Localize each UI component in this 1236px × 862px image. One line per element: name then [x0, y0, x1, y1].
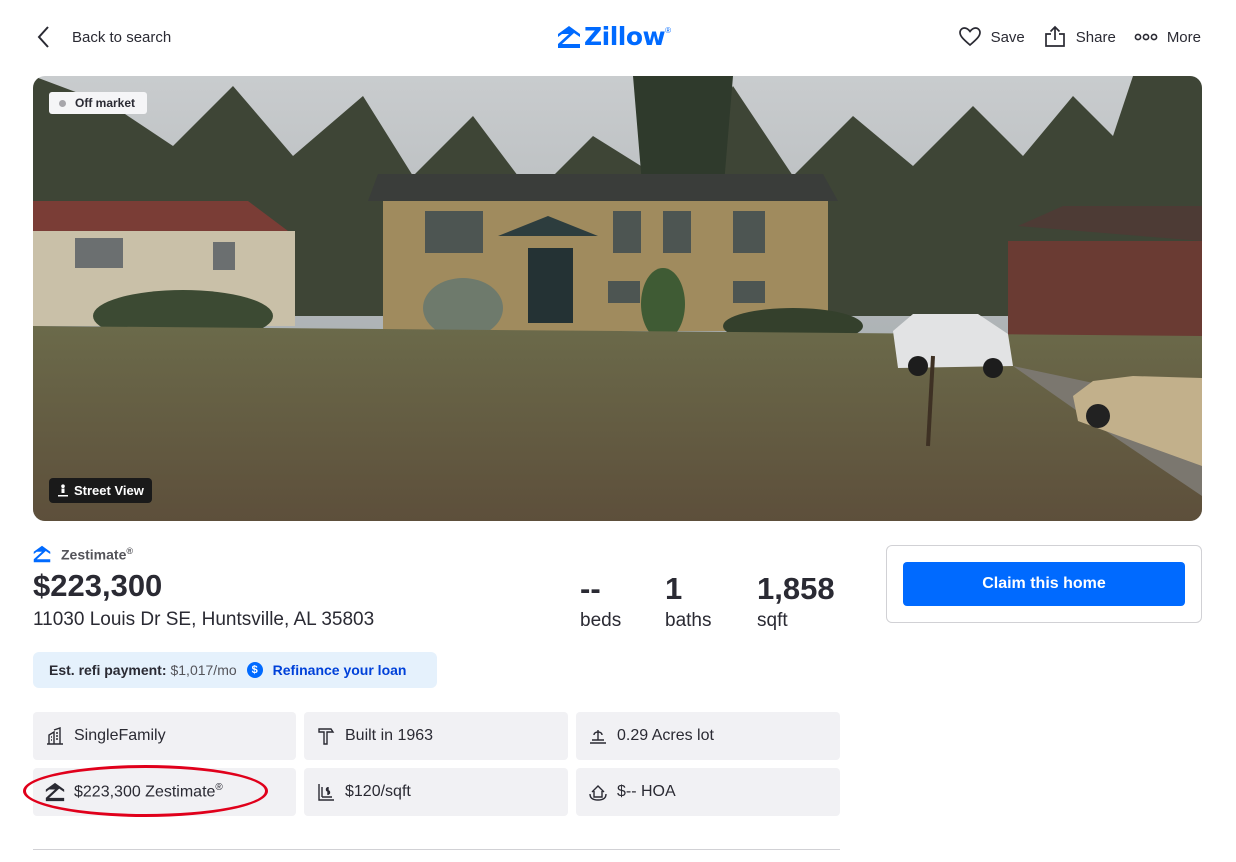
- property-address: 11030 Louis Dr SE, Huntsville, AL 35803: [33, 609, 375, 630]
- baths-value: 1: [665, 571, 683, 606]
- fact-text: SingleFamily: [74, 727, 166, 744]
- sqft-stat: 1,858 sqft: [757, 572, 835, 632]
- sqft-unit: sqft: [757, 610, 788, 631]
- zestimate-registered-mark: ®: [126, 545, 133, 556]
- fact-text: $-- HOA: [617, 783, 676, 800]
- zillow-logo-icon: [558, 25, 580, 48]
- fact-text: 0.29 Acres lot: [617, 727, 714, 744]
- beds-value: --: [580, 571, 601, 606]
- share-button[interactable]: Share: [1043, 25, 1116, 49]
- back-label: Back to search: [72, 28, 172, 46]
- more-button[interactable]: More: [1134, 25, 1201, 49]
- street-view-person-icon: [58, 484, 68, 497]
- share-label: Share: [1075, 28, 1116, 46]
- facts-grid: SingleFamily Built in 1963 0.29 Acres lo…: [33, 712, 840, 816]
- fact-price-per-sqft: $120/sqft: [304, 768, 568, 816]
- fact-year-built: Built in 1963: [304, 712, 568, 760]
- refi-banner: Est. refi payment: $1,017/mo $ Refinance…: [33, 652, 437, 688]
- sqft-value: 1,858: [757, 571, 835, 606]
- claim-this-home-button[interactable]: Claim this home: [903, 562, 1185, 606]
- fact-text: $120/sqft: [345, 783, 411, 800]
- baths-unit: baths: [665, 610, 712, 631]
- section-divider: [33, 849, 840, 850]
- street-view-button[interactable]: Street View: [49, 478, 152, 503]
- fact-home-type: SingleFamily: [33, 712, 296, 760]
- claim-home-card: Claim this home: [886, 545, 1202, 623]
- more-label: More: [1166, 28, 1201, 46]
- fact-hoa: $-- HOA: [576, 768, 840, 816]
- fact-zestimate-registered-mark: ®: [215, 782, 223, 794]
- zestimate-price: $223,300: [33, 568, 163, 603]
- baths-stat: 1 baths: [665, 572, 711, 632]
- fact-zestimate: $223,300 Zestimate®: [33, 768, 296, 816]
- lot-icon: [590, 730, 606, 744]
- building-icon: [47, 727, 63, 745]
- off-market-label: Off market: [75, 96, 136, 110]
- header-actions: Save Share More: [940, 25, 1201, 49]
- hammer-icon: [318, 728, 335, 745]
- street-view-label: Street View: [74, 483, 144, 498]
- zestimate-label-text: Zestimate: [61, 546, 127, 563]
- beds-stat: -- beds: [580, 572, 621, 632]
- chevron-left-icon: [37, 26, 49, 48]
- refi-payment-label: Est. refi payment:: [49, 662, 167, 678]
- property-photo[interactable]: Off market Street View: [33, 76, 1202, 521]
- zillow-logo[interactable]: Zillow ®: [557, 22, 671, 51]
- zestimate-heading: Zestimate®: [33, 545, 133, 563]
- fact-lot-size: 0.29 Acres lot: [576, 712, 840, 760]
- beds-unit: beds: [580, 610, 622, 631]
- logo-registered-mark: ®: [665, 26, 672, 35]
- heart-icon: [958, 27, 981, 47]
- top-bar: Back to search Zillow ® Save Share More: [0, 0, 1236, 76]
- price-per-sqft-icon: [318, 784, 334, 801]
- save-button[interactable]: Save: [958, 25, 1025, 49]
- dollar-icon: $: [246, 662, 263, 678]
- house-photo-image: [33, 76, 1202, 521]
- fact-zestimate-text: $223,300 Zestimate: [74, 783, 216, 801]
- logo-text: Zillow: [584, 22, 666, 51]
- refi-payment-value: $1,017/mo: [170, 662, 237, 678]
- refinance-loan-link[interactable]: Refinance your loan: [273, 662, 407, 678]
- off-market-badge: Off market: [49, 92, 148, 114]
- fact-text: Built in 1963: [345, 727, 434, 744]
- save-label: Save: [990, 28, 1025, 46]
- share-icon: [1044, 25, 1065, 47]
- status-dot-icon: [59, 99, 66, 107]
- hoa-icon: [589, 785, 607, 801]
- back-to-search-link[interactable]: Back to search: [34, 24, 171, 50]
- zestimate-icon: [45, 782, 65, 802]
- fact-text: $223,300 Zestimate®: [74, 782, 223, 801]
- zestimate-label: Zestimate®: [61, 546, 133, 563]
- more-icon: [1134, 33, 1158, 41]
- zestimate-logo-icon: [33, 545, 51, 563]
